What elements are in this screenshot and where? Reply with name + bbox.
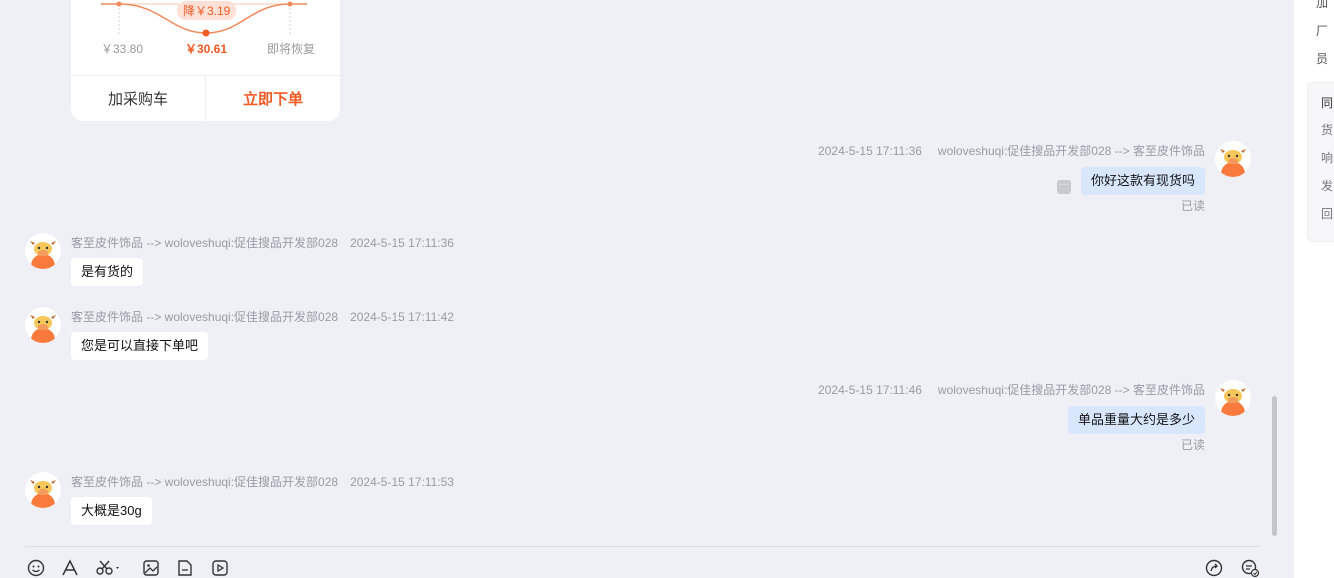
more-options-icon[interactable]: ··· (1057, 180, 1071, 194)
composer-divider (25, 546, 1260, 547)
message-time: 2024-5-15 17:11:53 (350, 475, 454, 489)
price-drop-badge: 降￥3.19 (177, 1, 237, 20)
cow-avatar-icon (30, 241, 56, 269)
image-icon[interactable] (141, 558, 161, 578)
price-point-now (202, 29, 210, 37)
message-meta: 2024-5-15 17:11:36 woloveshuqi:促佳搜品开发部028… (818, 142, 1205, 159)
message-time: 2024-5-15 17:11:42 (350, 310, 454, 324)
message-route: 客至皮件饰品 --> woloveshuqi:促佳搜品开发部028 (71, 236, 339, 250)
panel-box-title: 同 (1321, 96, 1334, 110)
price-restore-label: 即将恢复 (267, 42, 316, 56)
price-now: ￥30.61 (185, 42, 228, 56)
avatar[interactable] (25, 233, 61, 269)
quick-reply-icon[interactable] (1240, 558, 1260, 578)
price-before: ￥33.80 (101, 42, 144, 56)
panel-line: 员 (1316, 52, 1329, 66)
message-route: woloveshuqi:促佳搜品开发部028 --> 客至皮件饰品 (937, 144, 1205, 158)
panel-line: 响 (1321, 151, 1334, 165)
cow-avatar-icon (30, 315, 56, 343)
file-icon[interactable] (175, 558, 195, 578)
message-bubble-outgoing: 你好这款有现货吗 (1080, 167, 1205, 195)
avatar[interactable] (1215, 380, 1251, 416)
panel-stats-box: 同 货 响 发 回 (1307, 82, 1334, 242)
avatar[interactable] (25, 472, 61, 508)
message-meta: 客至皮件饰品 --> woloveshuqi:促佳搜品开发部028 2024-5-… (71, 308, 454, 325)
panel-line: 厂 (1316, 24, 1329, 38)
emoji-icon[interactable] (26, 558, 46, 578)
chat-scrollbar[interactable] (1272, 396, 1277, 536)
video-icon[interactable] (210, 558, 230, 578)
cow-avatar-icon (30, 480, 56, 508)
share-icon[interactable] (1204, 558, 1224, 578)
message-bubble-incoming: 是有货的 (71, 258, 144, 286)
cow-avatar-icon (1220, 388, 1246, 416)
panel-line: 发 (1321, 179, 1334, 193)
message-time: 2024-5-15 17:11:46 (818, 383, 922, 397)
add-to-cart-button[interactable]: 加采购车 (71, 76, 206, 121)
message-time: 2024-5-15 17:11:36 (818, 144, 922, 158)
price-point-before (116, 1, 122, 7)
message-time: 2024-5-15 17:11:36 (350, 236, 454, 250)
panel-line: 货 (1321, 123, 1334, 137)
font-icon[interactable] (60, 558, 80, 578)
message-meta: 客至皮件饰品 --> woloveshuqi:促佳搜品开发部028 2024-5-… (71, 473, 454, 490)
order-now-button[interactable]: 立即下单 (206, 76, 340, 121)
message-bubble-outgoing: 单品重量大约是多少 (1067, 406, 1205, 434)
message-meta: 2024-5-15 17:11:46 woloveshuqi:促佳搜品开发部028… (818, 381, 1205, 398)
message-route: woloveshuqi:促佳搜品开发部028 --> 客至皮件饰品 (937, 383, 1205, 397)
card-actions: 加采购车 立即下单 (71, 75, 340, 121)
message-bubble-incoming: 大概是30g (71, 497, 152, 525)
avatar[interactable] (25, 307, 61, 343)
read-status: 已读 (1180, 438, 1205, 452)
product-card: 降￥3.19 ￥33.80 ￥30.61 即将恢复 加采购车 立即下单 (71, 0, 340, 121)
cow-avatar-icon (1220, 149, 1246, 177)
message-meta: 客至皮件饰品 --> woloveshuqi:促佳搜品开发部028 2024-5-… (71, 234, 454, 251)
panel-line: 加 (1316, 0, 1329, 10)
message-route: 客至皮件饰品 --> woloveshuqi:促佳搜品开发部028 (71, 310, 339, 324)
price-point-restore (287, 1, 293, 7)
customer-info-panel: 加 厂 员 同 货 响 发 回 (1294, 0, 1334, 578)
read-status: 已读 (1180, 199, 1205, 213)
scissors-icon[interactable] (95, 558, 123, 578)
avatar[interactable] (1215, 141, 1251, 177)
panel-line: 回 (1321, 207, 1334, 221)
message-bubble-incoming: 您是可以直接下单吧 (71, 332, 209, 360)
message-route: 客至皮件饰品 --> woloveshuqi:促佳搜品开发部028 (71, 475, 339, 489)
